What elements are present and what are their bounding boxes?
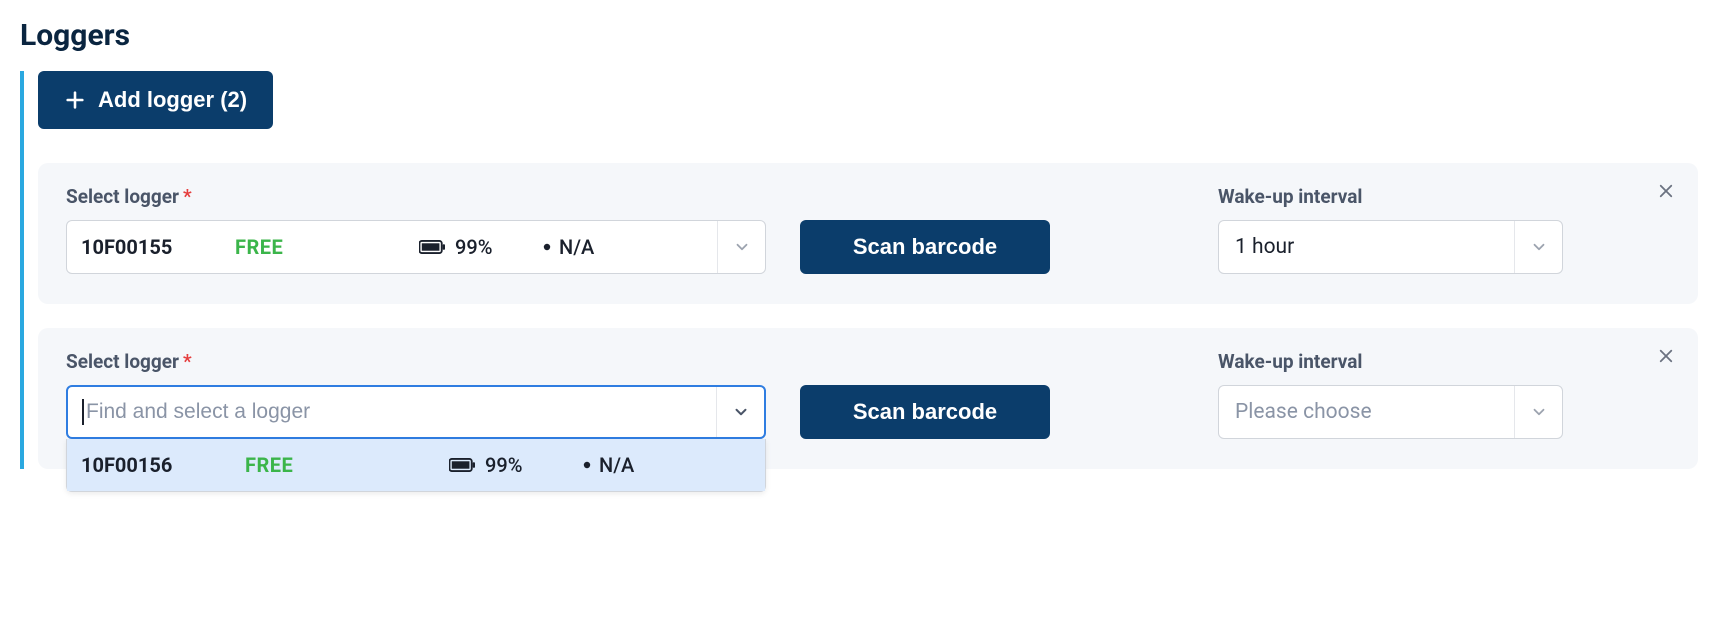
wake-interval-placeholder: Please choose <box>1235 400 1372 424</box>
logger-battery: 99% <box>419 235 529 259</box>
wake-interval-label: Wake-up interval <box>1218 185 1563 208</box>
required-mark: * <box>183 350 192 373</box>
signal-dot-icon <box>543 243 551 251</box>
logger-signal: N/A <box>543 235 594 259</box>
close-card-button[interactable] <box>1652 342 1680 370</box>
chevron-down-icon <box>1514 386 1562 438</box>
wake-interval-value: 1 hour <box>1235 235 1294 259</box>
battery-icon <box>449 458 475 472</box>
logger-signal: N/A <box>583 453 634 477</box>
logger-card: Select logger* 10F00156 FREE <box>38 328 1698 469</box>
close-card-button[interactable] <box>1652 177 1680 205</box>
logger-status: FREE <box>235 235 405 259</box>
chevron-down-icon <box>716 387 764 437</box>
logger-dropdown-option[interactable]: 10F00156 FREE 99% <box>67 439 765 491</box>
logger-select[interactable]: 10F00155 FREE 99% N/A <box>66 220 766 274</box>
wake-interval-label: Wake-up interval <box>1218 350 1563 373</box>
select-logger-label: Select logger* <box>66 350 766 373</box>
scan-barcode-button[interactable]: Scan barcode <box>800 385 1050 439</box>
logger-status: FREE <box>245 453 435 477</box>
text-cursor <box>82 399 84 425</box>
logger-card: Select logger* 10F00155 FREE 99% <box>38 163 1698 304</box>
add-logger-label: Add logger (2) <box>98 87 247 113</box>
logger-select[interactable] <box>66 385 766 439</box>
page-title: Loggers <box>20 18 1698 53</box>
signal-dot-icon <box>583 461 591 469</box>
logger-battery: 99% <box>449 453 569 477</box>
wake-interval-select[interactable]: 1 hour <box>1218 220 1563 274</box>
scan-barcode-button[interactable]: Scan barcode <box>800 220 1050 274</box>
logger-dropdown: 10F00156 FREE 99% <box>66 439 766 492</box>
logger-id: 10F00156 <box>81 453 231 477</box>
content-rail: Add logger (2) Select logger* 10F00155 F… <box>20 71 1698 469</box>
wake-interval-select[interactable]: Please choose <box>1218 385 1563 439</box>
battery-icon <box>419 240 445 254</box>
logger-search-input[interactable] <box>86 387 716 437</box>
chevron-down-icon <box>717 221 765 273</box>
select-logger-label: Select logger* <box>66 185 766 208</box>
logger-select-value: 10F00155 FREE 99% N/A <box>81 235 717 259</box>
chevron-down-icon <box>1514 221 1562 273</box>
plus-icon <box>64 89 86 111</box>
logger-id: 10F00155 <box>81 235 221 259</box>
add-logger-button[interactable]: Add logger (2) <box>38 71 273 129</box>
required-mark: * <box>183 185 192 208</box>
